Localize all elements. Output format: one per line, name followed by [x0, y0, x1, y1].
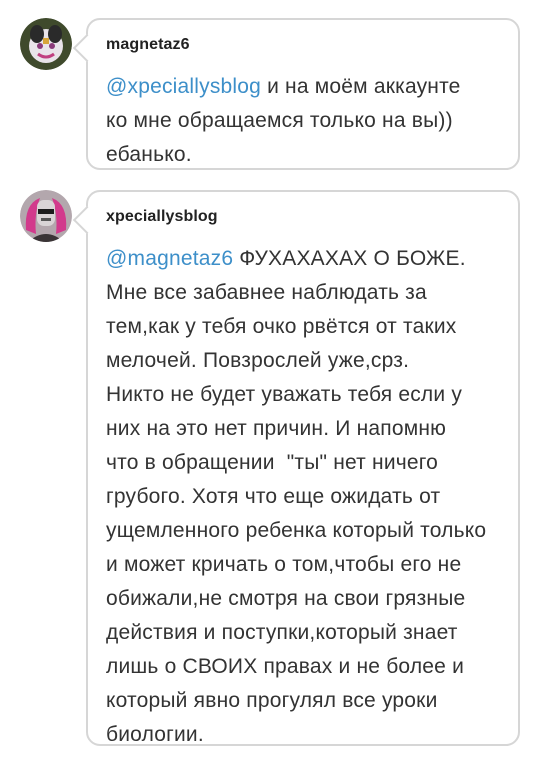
- mention-link[interactable]: @xpeciallysblog: [106, 75, 261, 98]
- comment-text-line: грубого. Хотя что еще ожидать от: [106, 485, 441, 508]
- comment-text-line: ущемленного ребенка который только: [106, 519, 487, 542]
- comment-bubble: magnetaz6 @xpeciallysblog и на моём акка…: [86, 18, 520, 170]
- comment-text-line: обижали,не смотря на свои грязные: [106, 587, 466, 610]
- avatar-image: [20, 18, 72, 70]
- comment-text-line: них на это нет причин. И напомню: [106, 417, 447, 440]
- comment-text-line: который явно прогулял все уроки: [106, 689, 438, 712]
- comment-text: @magnetaz6 ФУХАХАХАХ О БОЖЕ. Мне все заб…: [106, 242, 504, 752]
- comment-text-line: лишь о СВОИХ правах и не более и: [106, 655, 465, 678]
- comment-username[interactable]: xpeciallysblog: [106, 208, 218, 226]
- comment-text-line: мелочей. Повзрослей уже,срз.: [106, 349, 410, 372]
- comment-text-line: действия и поступки,который знает: [106, 621, 458, 644]
- comment-text-line: ко мне обращаемся только на вы)): [106, 109, 453, 132]
- comment-text: @xpeciallysblog и на моём аккаунте ко мн…: [106, 70, 504, 172]
- avatar[interactable]: [20, 190, 72, 242]
- comment-text-line: Мне все забавнее наблюдать за: [106, 281, 427, 304]
- comment-text-line: тем,как у тебя очко рвётся от таких: [106, 315, 457, 338]
- comment-text-line: что в обращении "ты" нет ничего: [106, 451, 439, 474]
- comment-text-line: и на моём аккаунте: [261, 75, 461, 98]
- comment-bubble: xpeciallysblog @magnetaz6 ФУХАХАХАХ О БО…: [86, 190, 520, 746]
- avatar-image: [20, 190, 72, 242]
- mention-link[interactable]: @magnetaz6: [106, 247, 233, 270]
- comment-text-line: биологии.: [106, 723, 204, 746]
- comment-text-line: ебанько.: [106, 143, 192, 166]
- comment-text-line: ФУХАХАХАХ О БОЖЕ.: [233, 247, 466, 270]
- comment-username[interactable]: magnetaz6: [106, 36, 190, 54]
- comment-text-line: Никто не будет уважать тебя если у: [106, 383, 463, 406]
- comment-text-line: и может кричать о том,чтобы его не: [106, 553, 462, 576]
- avatar[interactable]: [20, 18, 72, 70]
